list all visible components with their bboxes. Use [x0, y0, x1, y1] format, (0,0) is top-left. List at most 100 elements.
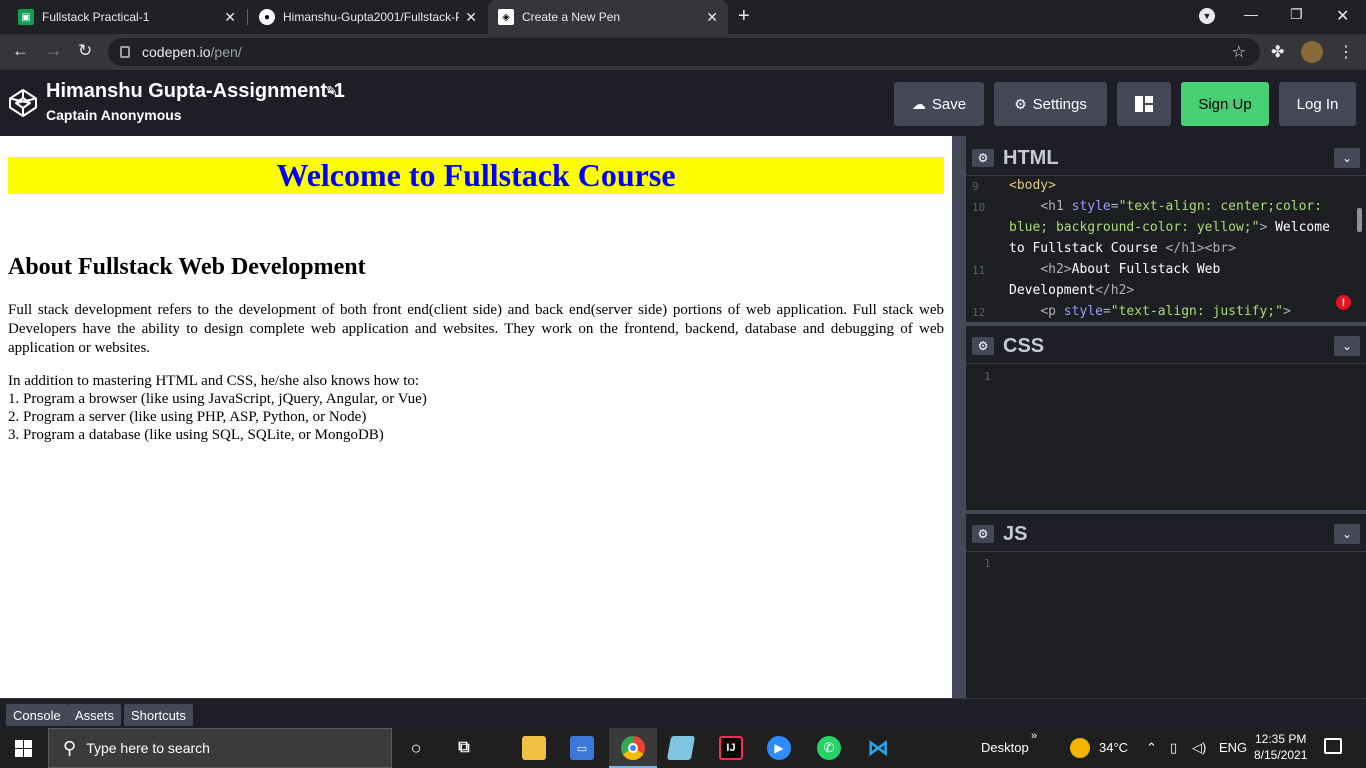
tab-search-icon[interactable]: ▼ [1199, 8, 1215, 24]
pen-author: Captain Anonymous [46, 107, 182, 123]
tab-title: Fullstack Practical-1 [42, 10, 150, 24]
tray-chevron-up-icon[interactable]: ⌃ [1146, 740, 1157, 756]
save-button[interactable]: ☁ Save [894, 82, 984, 126]
cortana-icon[interactable]: ○ [404, 736, 428, 760]
html-editor-label: HTML [1003, 147, 1059, 169]
reload-icon[interactable]: ↻ [78, 42, 92, 60]
search-placeholder: Type here to search [86, 740, 210, 756]
console-button[interactable]: Console [6, 704, 68, 726]
tab-divider [247, 9, 248, 25]
skills-item: 1. Program a browser (like using JavaScr… [8, 391, 427, 407]
url-host: codepen.io [142, 44, 211, 60]
browser-menu-icon[interactable]: ⋮ [1338, 42, 1354, 62]
preview-subheading: About Fullstack Web Development [8, 254, 366, 280]
tab-fullstack-practical[interactable]: ▣ Fullstack Practical-1 ✕ [8, 0, 246, 34]
assets-button[interactable]: Assets [68, 704, 122, 726]
change-view-button[interactable] [1117, 82, 1171, 126]
edit-pencil-icon[interactable]: ✎ [326, 83, 338, 100]
html-editor-header: ⚙ HTML ⌄ [966, 138, 1366, 176]
layout-icon [1135, 96, 1153, 112]
html-scrollbar[interactable] [1357, 208, 1362, 232]
browser-tab-strip: ▣ Fullstack Practical-1 ✕ ● Himanshu-Gup… [0, 0, 1366, 34]
js-code-area[interactable] [966, 552, 1366, 698]
url-path: /pen/ [210, 44, 242, 60]
system-clock[interactable]: 12:35 PM 8/15/2021 [1254, 731, 1307, 763]
minimize-icon[interactable]: — [1244, 6, 1258, 22]
pane-resizer[interactable] [952, 136, 966, 698]
windows-taskbar: ⚲ Type here to search ○ ⧉ ▭ IJ ▶ ✆ ⋈ Des… [0, 728, 1366, 768]
temperature[interactable]: 34°C [1099, 740, 1128, 755]
forward-arrow-icon[interactable]: → [45, 42, 62, 60]
language-indicator[interactable]: ENG [1219, 740, 1247, 755]
tab-github[interactable]: ● Himanshu-Gupta2001/Fullstack-P ✕ [249, 0, 487, 34]
windows-start-icon[interactable] [15, 740, 32, 757]
new-tab-button[interactable]: + [738, 6, 750, 26]
browser-toolbar: ← → ↻ codepen.io/pen/ ☆ ✤ ⋮ [0, 34, 1366, 70]
chrome-icon[interactable] [621, 736, 645, 760]
settings-label: Settings [1032, 95, 1087, 113]
gear-icon: ⚙ [1014, 95, 1027, 112]
intellij-icon[interactable]: IJ [719, 736, 743, 760]
desktop-toolbar-label[interactable]: Desktop [981, 740, 1029, 755]
css-editor-label: CSS [1003, 335, 1045, 357]
line-number: 1 [984, 370, 991, 383]
pen-title[interactable]: Himanshu Gupta-Assignment-1 [46, 80, 345, 103]
file-explorer-icon[interactable] [522, 736, 546, 760]
control-panel-icon[interactable]: ▭ [570, 736, 594, 760]
toolbar-expand-icon[interactable]: » [1031, 730, 1037, 742]
vscode-icon[interactable]: ⋈ [866, 735, 890, 760]
preview-skills-paragraph: In addition to mastering HTML and CSS, h… [8, 372, 944, 444]
preview-paragraph: Full stack development refers to the dev… [8, 302, 944, 356]
preview-pane: Welcome to Fullstack Course About Fullst… [0, 136, 952, 698]
css-settings-gear-icon[interactable]: ⚙ [972, 337, 994, 355]
js-editor-label: JS [1003, 523, 1028, 545]
preview-heading: Welcome to Fullstack Course [8, 157, 944, 194]
error-alert-icon[interactable]: ! [1336, 295, 1351, 310]
clock-date: 8/15/2021 [1254, 748, 1308, 762]
line-number: 10 [972, 201, 986, 214]
line-number: 9 [972, 180, 979, 193]
extensions-puzzle-icon[interactable]: ✤ [1271, 42, 1284, 62]
search-icon: ⚲ [63, 737, 77, 758]
line-number: 1 [984, 557, 991, 570]
line-number: 11 [972, 264, 986, 277]
volume-icon[interactable]: ◁) [1192, 740, 1206, 756]
restore-icon[interactable]: ❐ [1290, 6, 1303, 23]
sign-up-button[interactable]: Sign Up [1181, 82, 1269, 126]
skills-intro: In addition to mastering HTML and CSS, h… [8, 373, 420, 389]
css-editor-chevron-down-icon[interactable]: ⌄ [1334, 336, 1360, 356]
codepen-logo-icon[interactable] [8, 88, 38, 118]
profile-avatar[interactable] [1301, 41, 1323, 63]
google-classroom-icon: ▣ [18, 9, 34, 25]
close-tab-icon[interactable]: ✕ [224, 9, 236, 26]
weather-sun-icon[interactable] [1070, 738, 1090, 758]
taskbar-search-box[interactable]: ⚲ Type here to search [48, 728, 392, 768]
battery-icon[interactable]: ▯ [1170, 740, 1177, 756]
html-editor-chevron-down-icon[interactable]: ⌄ [1334, 148, 1360, 168]
whatsapp-icon[interactable]: ✆ [817, 736, 841, 760]
line-number: 12 [972, 306, 986, 319]
log-in-button[interactable]: Log In [1279, 82, 1356, 126]
tab-title: Himanshu-Gupta2001/Fullstack-P [283, 10, 460, 24]
html-code: <body> <h1 style="text-align: center;col… [1009, 178, 1330, 319]
js-editor-header: ⚙ JS ⌄ [966, 514, 1366, 552]
settings-button[interactable]: ⚙ Settings [994, 82, 1107, 126]
skills-item: 2. Program a server (like using PHP, ASP… [8, 409, 367, 425]
tab-title: Create a New Pen [522, 10, 621, 24]
js-editor-chevron-down-icon[interactable]: ⌄ [1334, 524, 1360, 544]
close-tab-icon[interactable]: ✕ [465, 9, 477, 26]
notes-app-icon[interactable] [666, 736, 696, 760]
js-settings-gear-icon[interactable]: ⚙ [972, 525, 994, 543]
css-code-area[interactable] [966, 364, 1366, 510]
html-settings-gear-icon[interactable]: ⚙ [972, 149, 994, 167]
back-arrow-icon[interactable]: ← [12, 42, 29, 60]
shortcuts-button[interactable]: Shortcuts [124, 704, 193, 726]
close-tab-icon[interactable]: ✕ [706, 9, 718, 26]
notifications-icon[interactable] [1324, 738, 1342, 754]
close-window-icon[interactable]: ✕ [1336, 6, 1349, 26]
zoom-icon[interactable]: ▶ [767, 736, 791, 760]
tab-create-new-pen[interactable]: ◈ Create a New Pen ✕ [488, 0, 728, 34]
bookmark-star-icon[interactable]: ☆ [1232, 42, 1246, 62]
task-view-icon[interactable]: ⧉ [452, 736, 476, 760]
address-bar[interactable]: codepen.io/pen/ ☆ [108, 38, 1260, 66]
